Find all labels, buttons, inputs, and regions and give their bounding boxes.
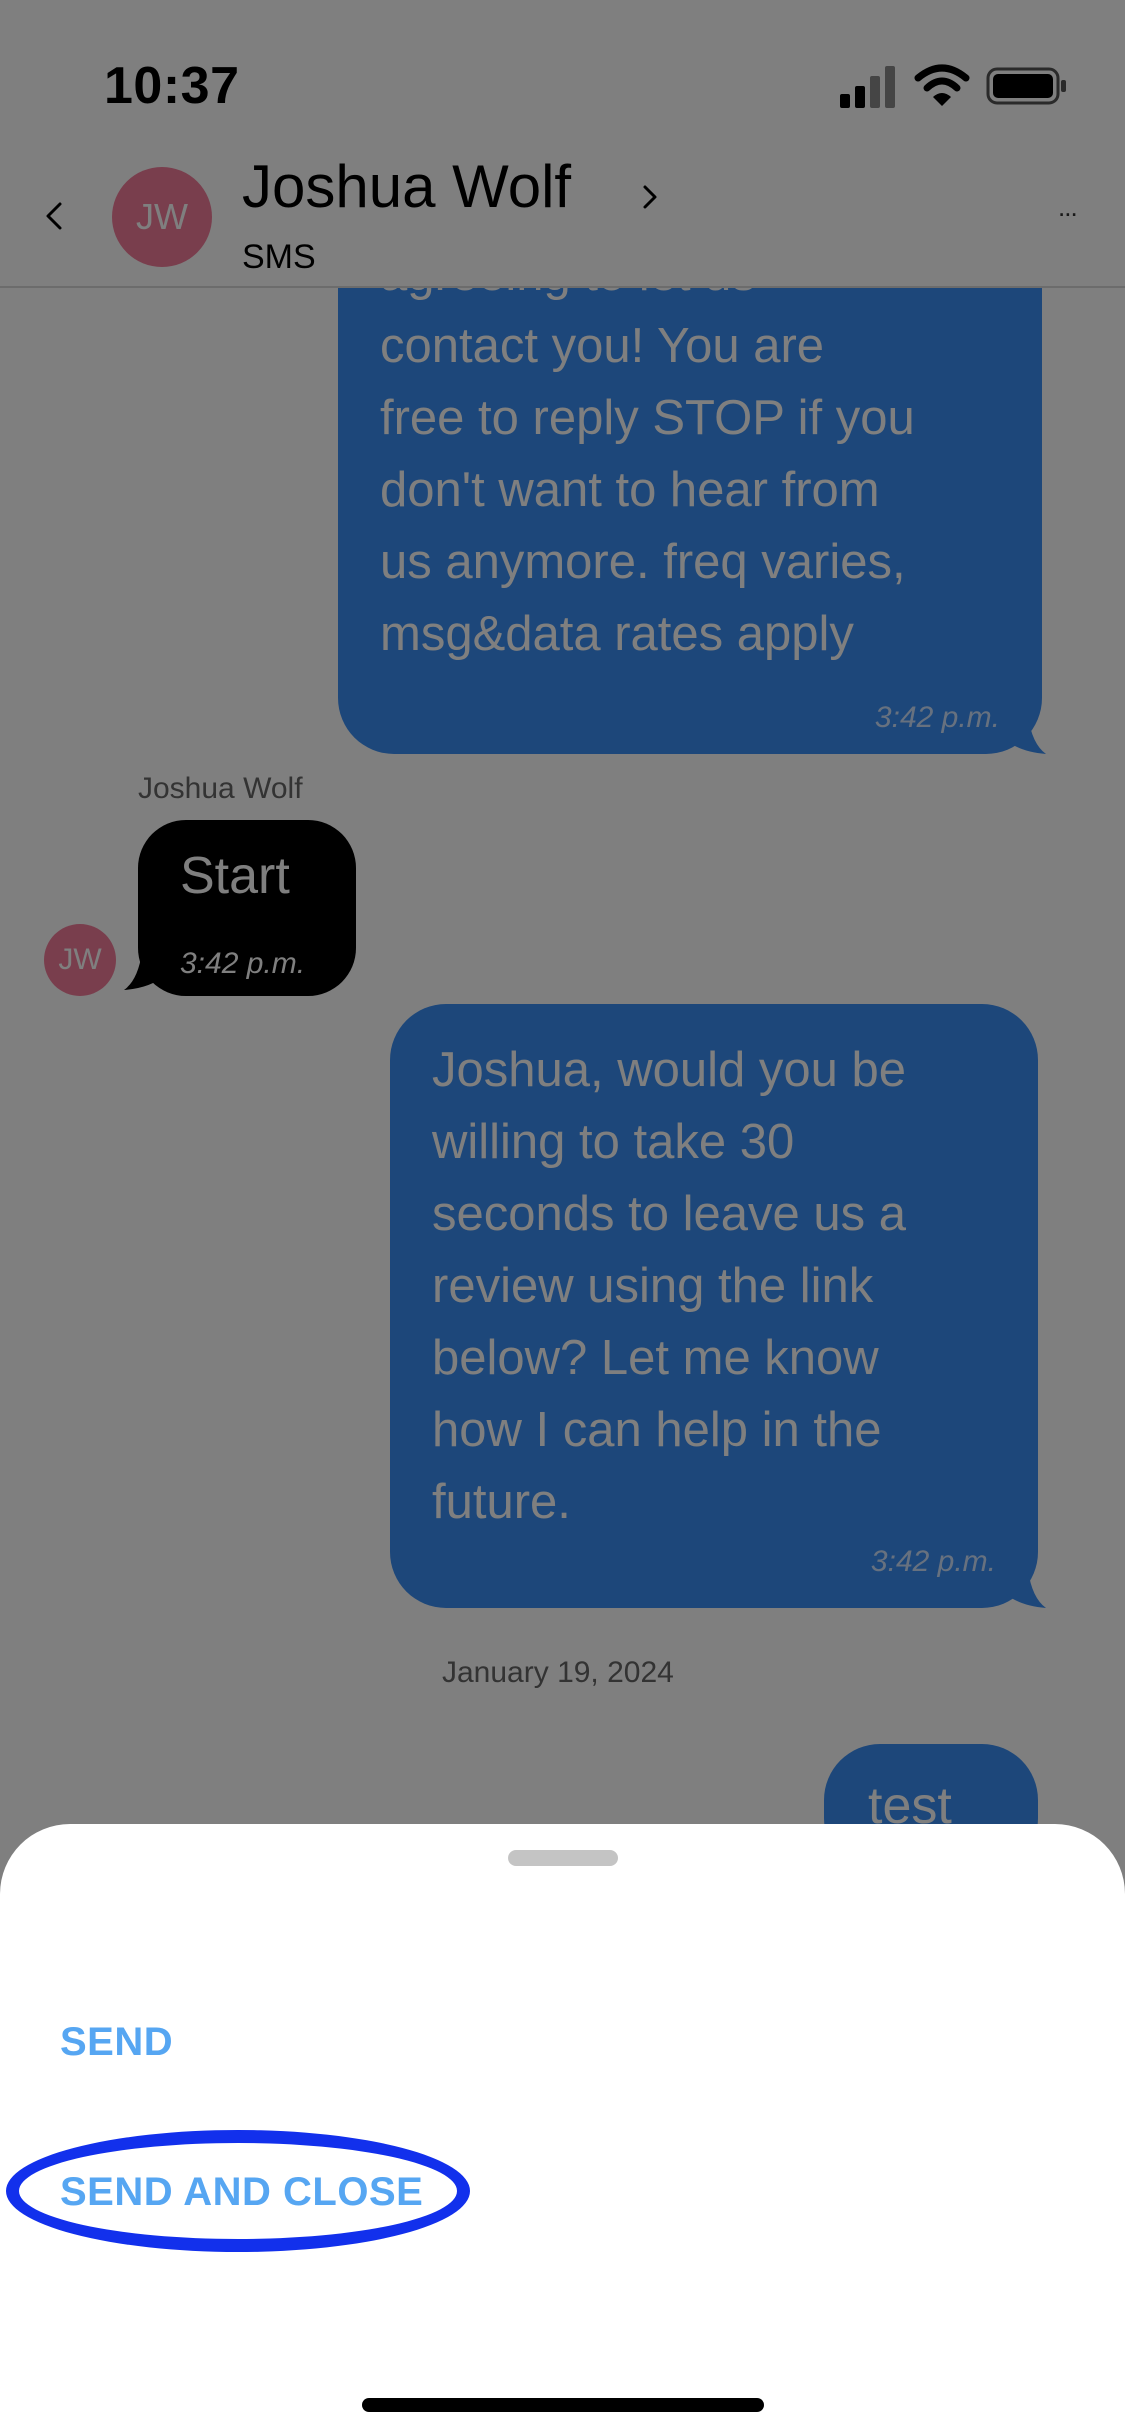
send-button[interactable]: SEND [60, 2020, 173, 2065]
send-options-sheet: SEND SEND AND CLOSE [0, 1824, 1125, 2436]
highlight-ring-annotation [6, 2130, 470, 2252]
conversation-screen: 10:37 JW Joshua Wolf SMS ... [0, 0, 1125, 2436]
sheet-drag-handle[interactable] [508, 1850, 618, 1866]
home-indicator[interactable] [362, 2398, 764, 2412]
